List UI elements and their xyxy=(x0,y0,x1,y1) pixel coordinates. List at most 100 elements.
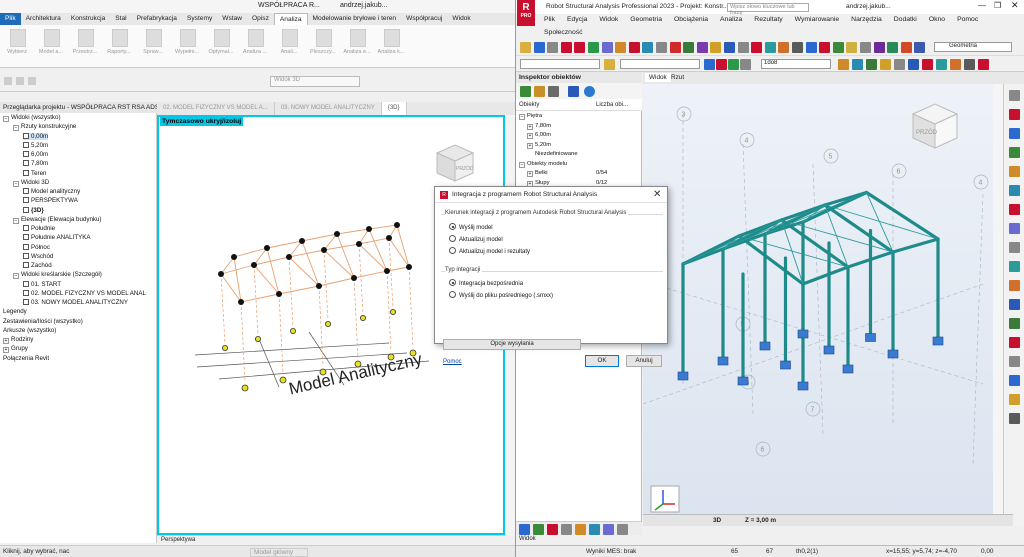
ribbon-button[interactable]: Analiza ... xyxy=(238,25,272,68)
tab-plan[interactable]: Rzut xyxy=(667,73,688,82)
robot-menu-item[interactable]: Narzędzia xyxy=(845,14,888,26)
toolbar-button-icon[interactable] xyxy=(936,59,947,70)
expand-icon[interactable]: − xyxy=(3,116,9,122)
side-tool-icon[interactable] xyxy=(1009,261,1020,272)
side-tool-icon[interactable] xyxy=(1009,109,1020,120)
toolbar-button-icon[interactable] xyxy=(683,42,695,53)
revit-tab[interactable]: Konstrukcja xyxy=(66,13,110,25)
toolbar-button-icon[interactable] xyxy=(852,59,863,70)
toolbar-button-icon[interactable] xyxy=(588,42,599,53)
toolbar-button-icon[interactable] xyxy=(574,42,586,53)
toolbar-button-icon[interactable] xyxy=(922,59,933,70)
view-cube-icon[interactable]: PRZÓD xyxy=(435,144,475,182)
revit-tab[interactable]: Modelowanie bryłowe i teren xyxy=(308,13,402,25)
search-input[interactable]: Wpisz słowo kluczowe lub frazę xyxy=(727,3,809,16)
toolbar-button-icon[interactable] xyxy=(873,42,885,53)
send-options-button[interactable]: Opcje wysyłania xyxy=(443,339,581,350)
inspector-tree-item[interactable]: − Obiekty modelu xyxy=(519,161,567,168)
revit-tab[interactable]: Wstaw xyxy=(217,13,247,25)
toolbar-button-icon[interactable] xyxy=(764,42,776,53)
radio-icon[interactable] xyxy=(449,279,456,286)
ok-button[interactable]: OK xyxy=(585,355,619,367)
inspector-tree-item[interactable]: − Piętra xyxy=(519,113,542,120)
selection-combo[interactable] xyxy=(520,59,600,69)
robot-user[interactable]: andrzej.jakub... xyxy=(846,3,891,10)
browser-tree-item[interactable]: 03. NOWY MODEL ANALITYCZNY xyxy=(23,299,128,306)
browser-tree-item[interactable]: Południe xyxy=(23,225,55,232)
radio-icon[interactable] xyxy=(449,247,456,254)
robot-menu-item[interactable]: Pomoc xyxy=(951,14,984,26)
radio-option[interactable]: Wyślij model xyxy=(449,223,493,231)
robot-menu-item[interactable]: Widok xyxy=(593,14,624,26)
browser-tree-item[interactable]: Legendy xyxy=(3,308,27,315)
ribbon-button[interactable]: Spraw... xyxy=(136,25,170,68)
browser-tree-item[interactable]: 02. MODEL FIZYCZNY VS MODEL ANAL xyxy=(23,289,146,297)
model-combo[interactable]: Model główny xyxy=(250,548,309,557)
radio-icon[interactable] xyxy=(449,291,456,298)
expand-icon[interactable]: + xyxy=(527,171,533,177)
robot-vertical-scrollbar[interactable] xyxy=(993,84,1003,514)
robot-menu-item[interactable]: Obciążenia xyxy=(668,14,714,26)
inspector-tool-icon[interactable] xyxy=(547,524,558,535)
inspector-tool-icon[interactable] xyxy=(575,524,586,535)
browser-tree-item[interactable]: Zachód xyxy=(23,262,52,269)
toolbar-button-icon[interactable] xyxy=(716,59,727,70)
inspector-tree-item[interactable]: Niezdefiniowane xyxy=(535,151,578,157)
browser-tree-item[interactable]: 01. START xyxy=(23,280,61,288)
revit-tab[interactable]: Analiza xyxy=(273,13,308,25)
filter-icon[interactable] xyxy=(520,86,531,97)
view-tab[interactable]: 02. MODEL FIZYCZNY VS MODEL A... xyxy=(157,102,275,115)
toolbar-button-icon[interactable] xyxy=(914,42,926,53)
browser-tree-item[interactable]: {3D} xyxy=(23,206,44,214)
view-selector[interactable]: Widok 3D xyxy=(270,76,360,87)
toolbar-button-icon[interactable] xyxy=(900,42,912,53)
toolbar-button-icon[interactable] xyxy=(866,59,877,70)
view-tab[interactable]: 03. NOWY MODEL ANALITYCZNY xyxy=(275,102,382,115)
inspector-tree-item[interactable]: +7,80m xyxy=(527,123,551,130)
toolbar-button-icon[interactable] xyxy=(887,42,899,53)
revit-tab[interactable]: Architektura xyxy=(21,13,66,25)
robot-view-cube-icon[interactable]: PRZÓD xyxy=(911,103,959,149)
toolbar-button-icon[interactable] xyxy=(615,42,627,53)
browser-tree-item[interactable]: − Widoki (wszystko) xyxy=(3,114,61,122)
ribbon-button[interactable]: Wybierz xyxy=(0,25,34,68)
redo-icon[interactable] xyxy=(16,77,24,85)
toolbar-button-icon[interactable] xyxy=(696,42,708,53)
revit-tab[interactable]: Stal xyxy=(110,13,131,25)
ribbon-button[interactable]: Anali... xyxy=(272,25,306,68)
toolbar-button-icon[interactable] xyxy=(778,42,790,53)
browser-tree-item[interactable]: Wschód xyxy=(23,252,53,260)
toolbar-button-icon[interactable] xyxy=(601,42,613,53)
robot-menu-item[interactable]: Analiza xyxy=(714,14,748,26)
side-tool-icon[interactable] xyxy=(1009,90,1020,101)
toolbar-button-icon[interactable] xyxy=(642,42,654,53)
case-combo[interactable]: 1do8 xyxy=(761,59,831,69)
menu-community[interactable]: Społeczność xyxy=(538,26,583,36)
section-combo[interactable] xyxy=(620,59,700,69)
side-tool-icon[interactable] xyxy=(1009,204,1020,215)
expand-icon[interactable]: + xyxy=(3,347,9,354)
radio-option[interactable]: Aktualizuj model i rezultaty xyxy=(449,247,530,255)
browser-tree-item[interactable]: Połączenia Revit xyxy=(3,355,49,362)
view-mode-3d[interactable]: 3D xyxy=(713,517,721,524)
browser-tree-item[interactable]: 5,20m xyxy=(23,141,48,149)
expand-icon[interactable]: + xyxy=(3,338,9,344)
ribbon-button[interactable]: Analiza k... xyxy=(374,25,408,68)
side-tool-icon[interactable] xyxy=(1009,147,1020,158)
undo-icon[interactable] xyxy=(4,77,12,85)
expand-icon[interactable]: − xyxy=(519,161,525,168)
browser-tree-item[interactable]: Teren xyxy=(23,169,46,177)
robot-logo-icon[interactable]: R PRO xyxy=(517,0,535,26)
toolbar-button-icon[interactable] xyxy=(950,59,961,70)
browser-tree-item[interactable]: − Rzuty konstrukcyjne xyxy=(13,123,76,132)
ribbon-button[interactable]: Przestrz... xyxy=(68,25,102,68)
revit-user[interactable]: andrzej.jakub... xyxy=(340,2,387,9)
inspector-col-count[interactable]: Liczba obi... xyxy=(596,102,628,108)
toolbar-button-icon[interactable] xyxy=(894,59,905,70)
toolbar-button-icon[interactable] xyxy=(656,42,667,53)
inspector-tool-icon[interactable] xyxy=(561,524,572,535)
toolbar-button-icon[interactable] xyxy=(978,59,989,70)
inspector-tree-item[interactable]: +5,20m xyxy=(527,142,551,149)
side-tool-icon[interactable] xyxy=(1009,337,1020,348)
table-icon[interactable] xyxy=(548,86,559,97)
